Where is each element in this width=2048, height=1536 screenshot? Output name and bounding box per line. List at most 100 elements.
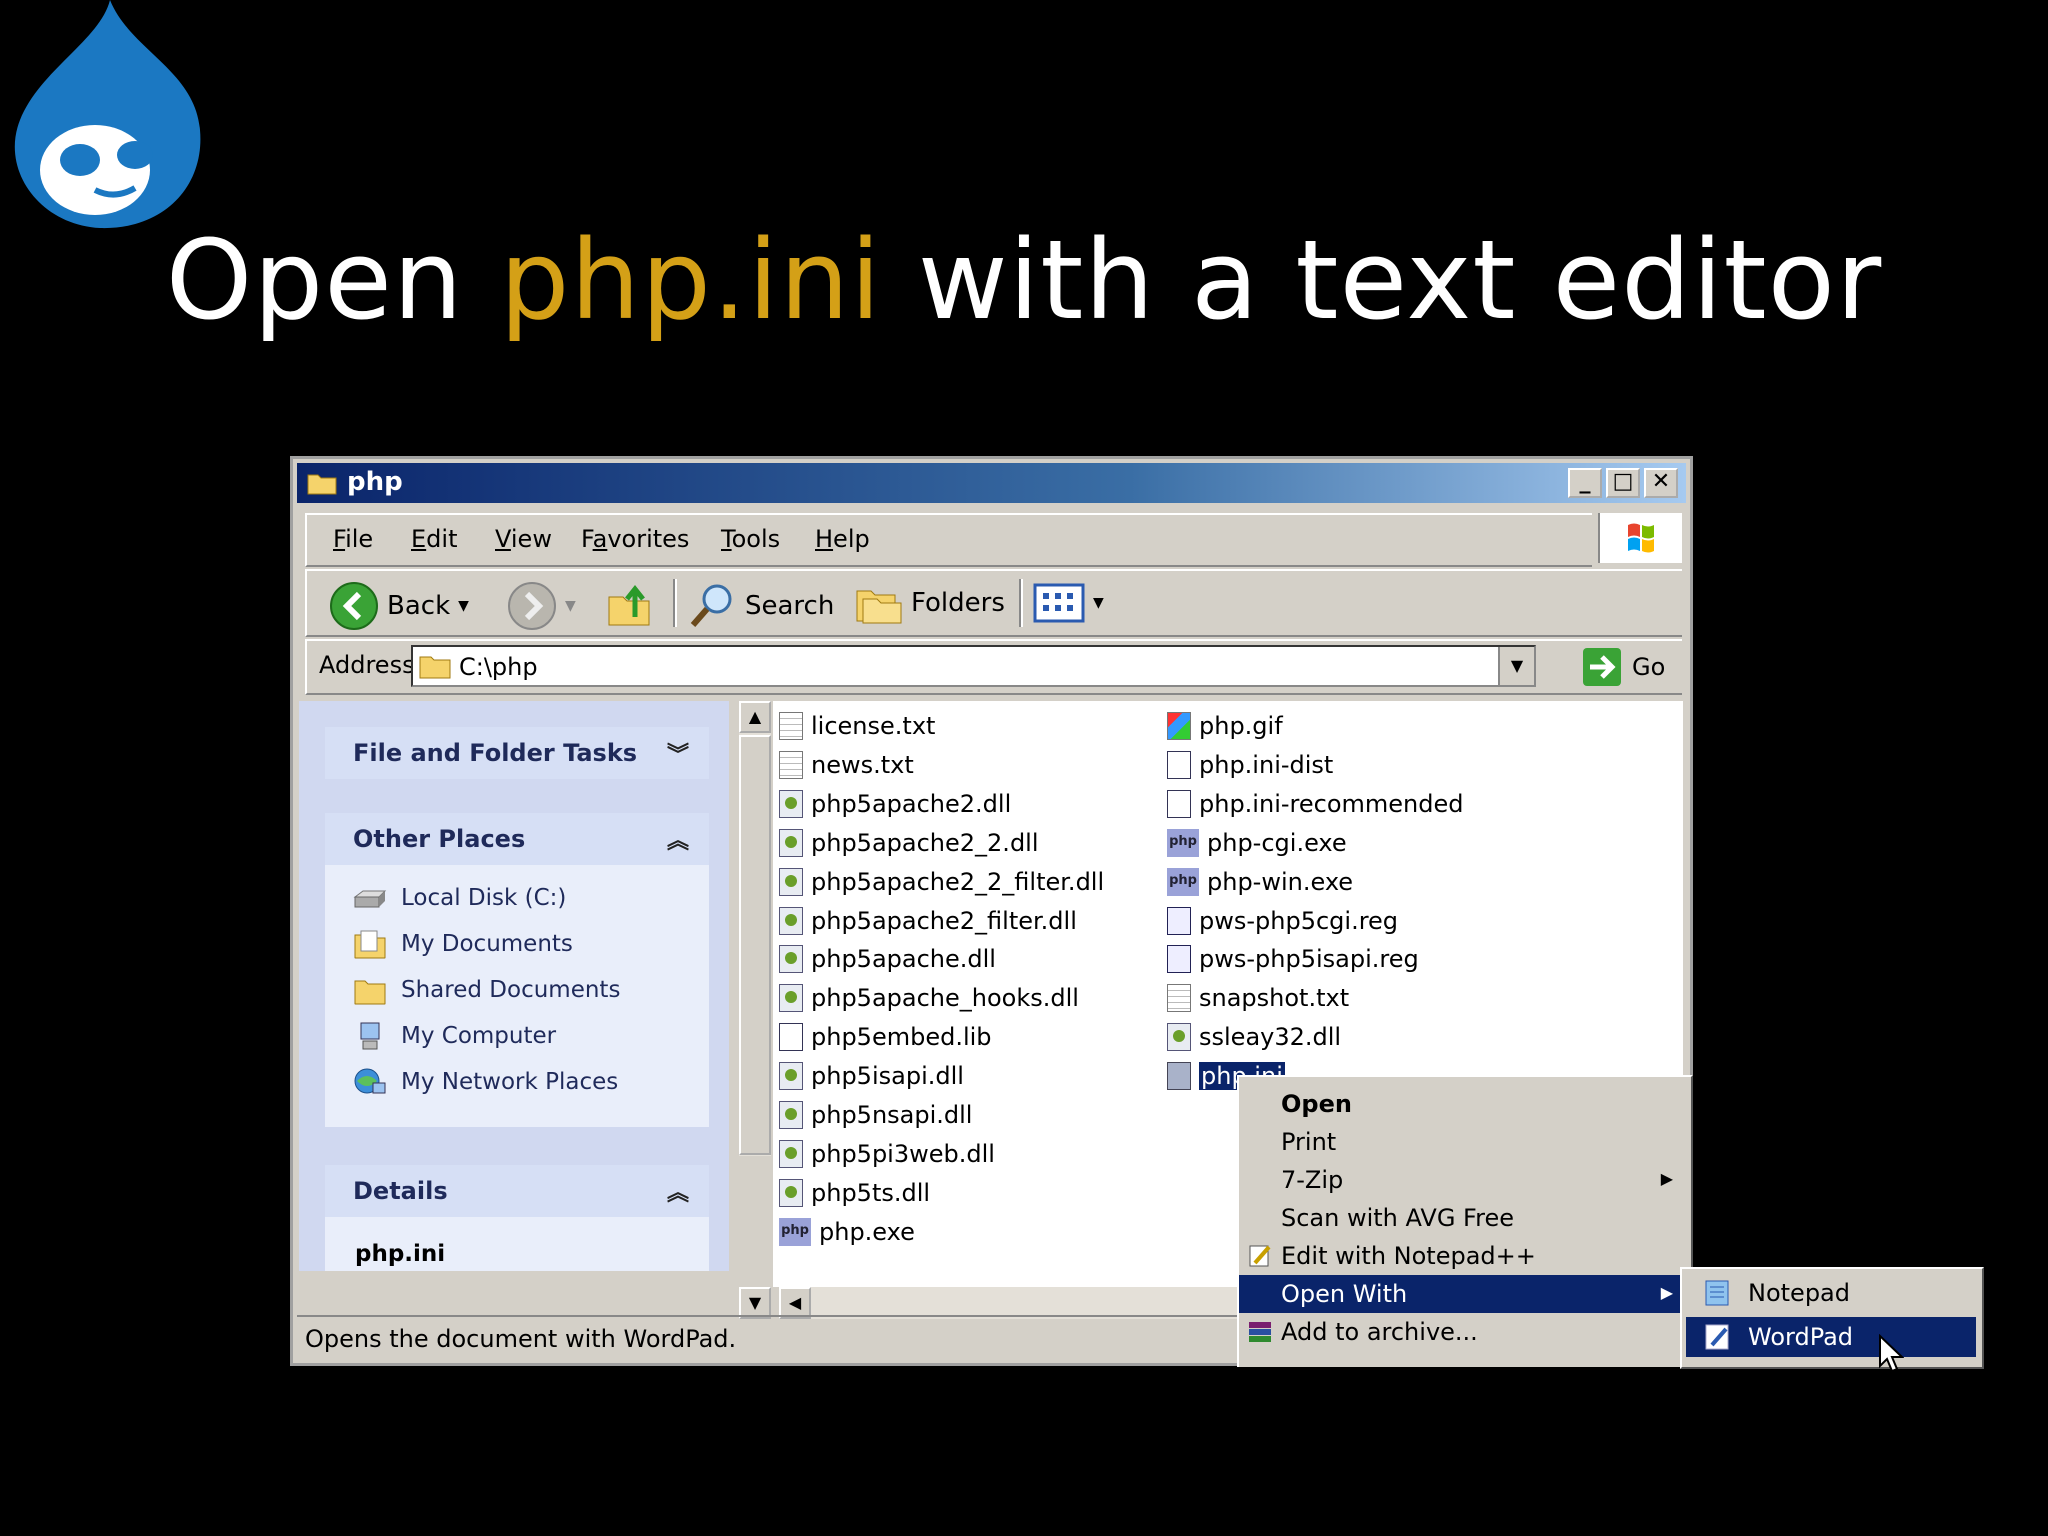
open-with-submenu: Notepad WordPad xyxy=(1680,1267,1984,1369)
file-item[interactable]: snapshot.txt xyxy=(1167,981,1349,1015)
file-item[interactable]: php php.exe xyxy=(779,1215,915,1249)
menu-item-edit-notepadpp[interactable]: Edit with Notepad++ xyxy=(1239,1237,1687,1275)
chevron-up-icon[interactable]: ︽ xyxy=(667,1175,689,1207)
menu-item-7zip[interactable]: 7-Zip ▶ xyxy=(1239,1161,1687,1199)
file-item[interactable]: news.txt xyxy=(779,748,914,782)
file-folder-tasks-header[interactable]: File and Folder Tasks ︾ xyxy=(325,727,709,779)
folders-button[interactable]: Folders xyxy=(855,581,1005,625)
menu-item-open-with[interactable]: Open With ▶ xyxy=(1239,1275,1687,1313)
window-titlebar[interactable]: php _ □ ✕ xyxy=(297,463,1686,503)
chevron-down-icon[interactable]: ︾ xyxy=(667,737,689,769)
file-item[interactable]: php.gif xyxy=(1167,709,1283,743)
status-text: Opens the document with WordPad. xyxy=(305,1325,737,1353)
forward-button[interactable]: ▼ xyxy=(507,581,576,631)
file-name: php5pi3web.dll xyxy=(811,1139,995,1168)
file-name: php.ini-recommended xyxy=(1199,789,1464,818)
menu-edit[interactable]: Edit xyxy=(411,525,457,553)
other-places-header[interactable]: Other Places ︽ xyxy=(325,813,709,865)
file-item[interactable]: ssleay32.dll xyxy=(1167,1020,1341,1054)
file-item[interactable]: php5isapi.dll xyxy=(779,1059,964,1093)
address-value: C:\php xyxy=(459,653,538,681)
window-title: php xyxy=(347,467,403,497)
menu-favorites[interactable]: Favorites xyxy=(581,525,689,553)
place-my-network[interactable]: My Network Places xyxy=(353,1067,618,1097)
place-local-disk[interactable]: Local Disk (C:) xyxy=(353,883,566,913)
submenu-item-notepad[interactable]: Notepad xyxy=(1686,1273,1976,1313)
title-part1: Open xyxy=(165,216,464,344)
submenu-item-wordpad[interactable]: WordPad xyxy=(1686,1317,1976,1357)
menu-item-open[interactable]: Open xyxy=(1239,1085,1687,1123)
dll-file-icon xyxy=(779,789,803,818)
vertical-scrollbar[interactable]: ▲ xyxy=(739,701,771,1156)
file-name: license.txt xyxy=(811,712,936,740)
file-item[interactable]: php5embed.lib xyxy=(779,1020,992,1054)
views-button[interactable]: ▼ xyxy=(1033,581,1104,625)
menu-help[interactable]: Help xyxy=(815,525,870,553)
maximize-button[interactable]: □ xyxy=(1606,468,1640,498)
notepad-icon xyxy=(1705,1280,1729,1306)
minimize-button[interactable]: _ xyxy=(1568,468,1602,498)
details-filetype: Configuration Settings xyxy=(355,1269,613,1271)
views-dropdown-icon[interactable]: ▼ xyxy=(1093,595,1104,611)
title-part2: with a text editor xyxy=(917,216,1883,344)
title-highlight: php.ini xyxy=(499,216,882,344)
file-item[interactable]: php5apache2_2_filter.dll xyxy=(779,865,1104,899)
file-item[interactable]: php5apache2_2.dll xyxy=(779,826,1039,860)
address-dropdown-icon[interactable]: ▼ xyxy=(1498,647,1534,685)
file-name: php.gif xyxy=(1199,712,1283,740)
lib-file-icon xyxy=(779,1023,803,1052)
place-my-documents[interactable]: My Documents xyxy=(353,929,573,959)
file-item[interactable]: php5pi3web.dll xyxy=(779,1137,995,1171)
file-item[interactable]: php php-cgi.exe xyxy=(1167,826,1347,860)
menu-tools[interactable]: Tools xyxy=(721,525,780,553)
file-item[interactable]: php5apache2_filter.dll xyxy=(779,904,1077,938)
txt-file-icon xyxy=(1167,984,1191,1013)
scroll-thumb[interactable] xyxy=(739,735,771,1155)
chevron-up-icon[interactable]: ︽ xyxy=(667,823,689,855)
back-dropdown-icon[interactable]: ▼ xyxy=(458,598,469,614)
place-label: My Network Places xyxy=(401,1069,619,1095)
file-item[interactable]: php5nsapi.dll xyxy=(779,1098,972,1132)
menu-item-scan-avg[interactable]: Scan with AVG Free xyxy=(1239,1199,1687,1237)
dll-file-icon xyxy=(779,984,803,1013)
close-button[interactable]: ✕ xyxy=(1644,468,1678,498)
file-item[interactable]: license.txt xyxy=(779,709,935,743)
up-folder-button[interactable] xyxy=(607,581,653,627)
dll-file-icon xyxy=(779,1139,803,1168)
dll-file-icon xyxy=(779,1062,803,1091)
place-label: Shared Documents xyxy=(401,977,621,1003)
panel-title: File and Folder Tasks xyxy=(353,739,638,767)
file-item[interactable]: php.ini-dist xyxy=(1167,748,1333,782)
file-item[interactable]: php php-win.exe xyxy=(1167,865,1353,899)
place-label: My Documents xyxy=(401,931,573,957)
file-name: snapshot.txt xyxy=(1199,984,1350,1013)
file-item[interactable]: php5ts.dll xyxy=(779,1176,930,1210)
submenu-arrow-icon: ▶ xyxy=(1660,1169,1673,1188)
search-button[interactable]: Search xyxy=(687,581,834,631)
file-name: php5isapi.dll xyxy=(811,1062,964,1091)
place-shared-documents[interactable]: Shared Documents xyxy=(353,975,620,1005)
file-item[interactable]: pws-php5cgi.reg xyxy=(1167,904,1398,938)
folders-icon xyxy=(856,590,902,624)
forward-dropdown-icon[interactable]: ▼ xyxy=(565,598,576,614)
scroll-up-icon[interactable]: ▲ xyxy=(739,701,771,733)
back-label: Back xyxy=(387,591,451,621)
menu-file[interactable]: File xyxy=(333,525,373,553)
back-button[interactable]: Back ▼ xyxy=(329,581,469,631)
menu-item-print[interactable]: Print xyxy=(1239,1123,1687,1161)
folder-icon xyxy=(307,474,337,495)
file-item[interactable]: php5apache.dll xyxy=(779,942,996,976)
details-header[interactable]: Details ︽ xyxy=(325,1165,709,1217)
address-input[interactable]: C:\php ▼ xyxy=(411,645,1536,687)
file-item[interactable]: php5apache_hooks.dll xyxy=(779,981,1079,1015)
file-item[interactable]: php.ini-recommended xyxy=(1167,787,1463,821)
hard-disk-icon xyxy=(353,890,387,908)
place-my-computer[interactable]: My Computer xyxy=(353,1021,556,1051)
menu-view[interactable]: View xyxy=(495,525,552,553)
reg-file-icon xyxy=(1167,945,1191,974)
file-item[interactable]: php5apache2.dll xyxy=(779,787,1011,821)
menu-item-add-to-archive[interactable]: Add to archive... xyxy=(1239,1313,1687,1351)
go-button[interactable]: Go xyxy=(1582,647,1665,687)
views-icon xyxy=(1033,583,1085,623)
file-item[interactable]: pws-php5isapi.reg xyxy=(1167,942,1419,976)
